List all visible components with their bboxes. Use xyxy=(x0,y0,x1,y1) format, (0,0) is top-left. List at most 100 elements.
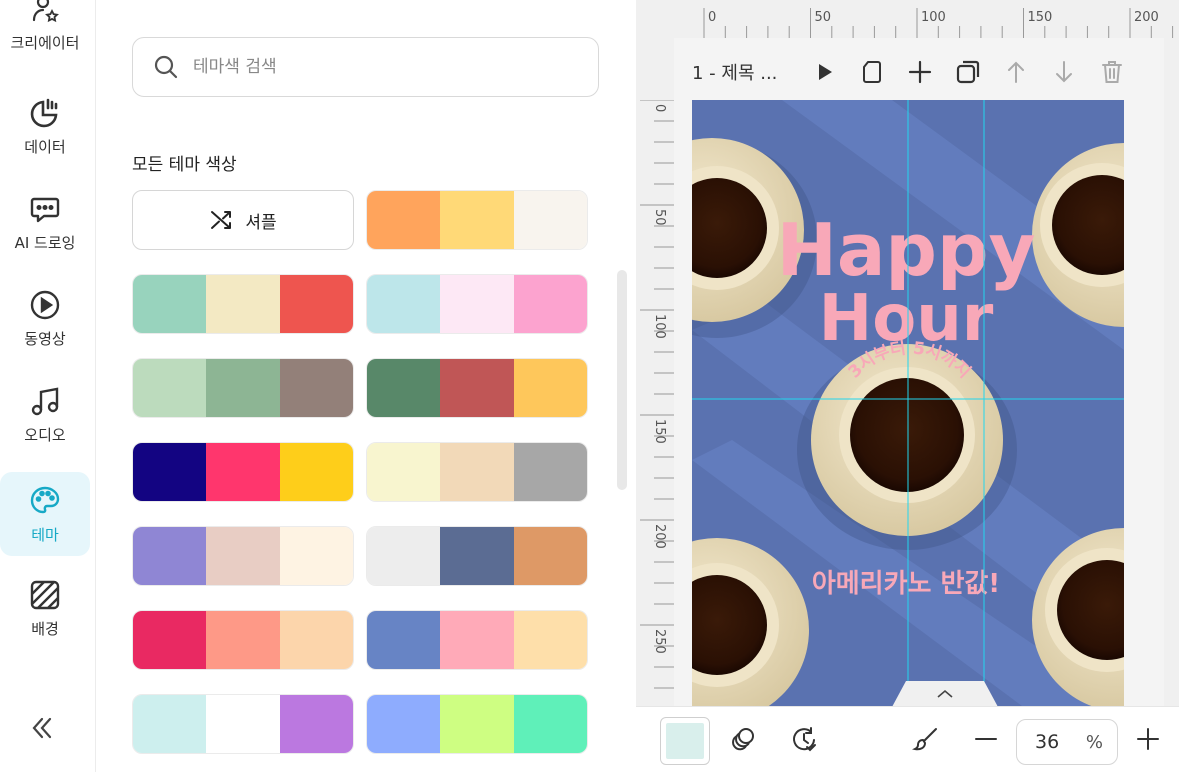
theme-search-input[interactable] xyxy=(193,57,573,77)
ruler-top-label: 200 xyxy=(1134,10,1159,25)
move-down-button[interactable] xyxy=(1040,48,1088,96)
duplicate-page-button[interactable] xyxy=(944,48,992,96)
palette-color xyxy=(279,443,353,501)
ruler-left-label: 250 xyxy=(652,629,667,654)
page-color-swatch xyxy=(666,723,704,759)
theme-palette[interactable] xyxy=(366,610,588,670)
page-title[interactable]: 1 - 제목 ... xyxy=(692,59,800,85)
theme-palette[interactable] xyxy=(366,274,588,334)
palette-color xyxy=(133,359,207,417)
palette-color xyxy=(279,359,353,417)
palette-color xyxy=(367,611,441,669)
palette-color xyxy=(513,527,587,585)
theme-panel: 모든 테마 색상 셔플 xyxy=(96,0,636,772)
design-page[interactable]: Happy Hour 3시부터 5시까지 아메리카노 반값! xyxy=(692,100,1124,706)
theme-palette[interactable] xyxy=(132,442,354,502)
app-root: 크리에이터 데이터 AI 드로잉 동영상 오디오 테마 배경 테마색 검색 모든… xyxy=(0,0,1179,772)
shuffle-button[interactable]: 셔플 xyxy=(132,190,354,250)
theme-palette[interactable] xyxy=(132,694,354,754)
play-button[interactable] xyxy=(800,48,848,96)
palette-color xyxy=(206,527,280,585)
tagline[interactable]: 아메리카노 반값! xyxy=(812,569,1000,599)
theme-palette[interactable] xyxy=(366,526,588,586)
history-button[interactable] xyxy=(786,721,822,757)
move-up-button[interactable] xyxy=(992,48,1040,96)
palette-color xyxy=(279,275,353,333)
page-collapse-tab[interactable] xyxy=(892,681,998,707)
double-chevron-left-icon[interactable] xyxy=(28,714,56,742)
ai-chat-icon xyxy=(30,197,60,222)
zoom-input[interactable]: 36 % xyxy=(1016,719,1118,765)
theme-palette[interactable] xyxy=(132,358,354,418)
palette-color xyxy=(279,527,353,585)
palette-color xyxy=(440,191,514,249)
history-icon xyxy=(793,727,816,752)
rail-label-audio: 오디오 xyxy=(24,425,66,444)
add-icon xyxy=(908,60,932,84)
panel-scrollbar[interactable] xyxy=(617,270,627,490)
layers-icon xyxy=(732,728,754,751)
ruler-top-label: 150 xyxy=(1028,10,1053,25)
palette-color xyxy=(206,275,280,333)
rail-item-background[interactable]: 배경 xyxy=(0,566,90,650)
delete-page-button[interactable] xyxy=(1088,48,1136,96)
palette-color xyxy=(440,695,514,753)
theme-palette[interactable] xyxy=(132,610,354,670)
palette-color xyxy=(367,359,441,417)
theme-palette[interactable] xyxy=(366,358,588,418)
rail-label-background: 배경 xyxy=(31,619,59,638)
palette-color xyxy=(440,275,514,333)
palette-color xyxy=(440,611,514,669)
palette-color xyxy=(513,275,587,333)
headline-line1[interactable]: Happy xyxy=(777,208,1036,292)
palette-color xyxy=(206,359,280,417)
rail-item-theme[interactable]: 테마 xyxy=(0,472,90,556)
layers-button[interactable] xyxy=(726,721,762,757)
ruler-left: 0 50 100 150 200 250 xyxy=(636,100,674,706)
ruler-left-label: 100 xyxy=(652,314,667,339)
shuffle-label: 셔플 xyxy=(245,212,277,233)
palette-color xyxy=(367,527,441,585)
page-settings-button[interactable] xyxy=(848,48,896,96)
headline-line2[interactable]: Hour xyxy=(819,282,994,356)
search-icon xyxy=(154,55,178,79)
palette-color xyxy=(440,443,514,501)
theme-palette[interactable] xyxy=(366,694,588,754)
zoom-unit: % xyxy=(1085,731,1103,753)
theme-search-box[interactable] xyxy=(132,37,599,97)
palette-color xyxy=(513,359,587,417)
page-toolbar: 1 - 제목 ... xyxy=(692,48,1136,96)
theme-palette[interactable] xyxy=(366,442,588,502)
page-color-chip[interactable] xyxy=(660,717,710,765)
ruler-left-label: 50 xyxy=(652,209,667,226)
section-title: 모든 테마 색상 xyxy=(132,155,237,175)
duplicate-icon xyxy=(956,60,980,84)
zoom-out-button[interactable] xyxy=(968,721,1004,757)
pattern-icon xyxy=(30,580,60,609)
palette-color xyxy=(279,611,353,669)
rail-item-video[interactable]: 동영상 xyxy=(0,276,90,360)
chart-icon xyxy=(30,98,58,127)
rail-item-creator[interactable]: 크리에이터 xyxy=(0,0,90,64)
palette-color xyxy=(367,695,441,753)
palette-color xyxy=(440,527,514,585)
rail-item-audio[interactable]: 오디오 xyxy=(0,372,90,456)
rail-item-ai-drawing[interactable]: AI 드로잉 xyxy=(0,180,90,264)
rail-item-data[interactable]: 데이터 xyxy=(0,84,90,168)
zoom-in-button[interactable] xyxy=(1130,721,1166,757)
brush-button[interactable] xyxy=(908,721,944,757)
palette-icon xyxy=(30,486,60,513)
ruler-top: 0 50 100 150 200 xyxy=(692,0,1179,38)
add-page-button[interactable] xyxy=(896,48,944,96)
palette-color xyxy=(513,611,587,669)
theme-palette[interactable] xyxy=(132,274,354,334)
palette-color xyxy=(367,191,441,249)
palette-color xyxy=(133,695,207,753)
theme-palette[interactable] xyxy=(132,526,354,586)
theme-palette[interactable] xyxy=(366,190,588,250)
palette-color xyxy=(133,527,207,585)
palette-color xyxy=(133,443,207,501)
palette-color xyxy=(367,443,441,501)
rail-label-creator: 크리에이터 xyxy=(10,33,80,52)
palette-color xyxy=(206,695,280,753)
